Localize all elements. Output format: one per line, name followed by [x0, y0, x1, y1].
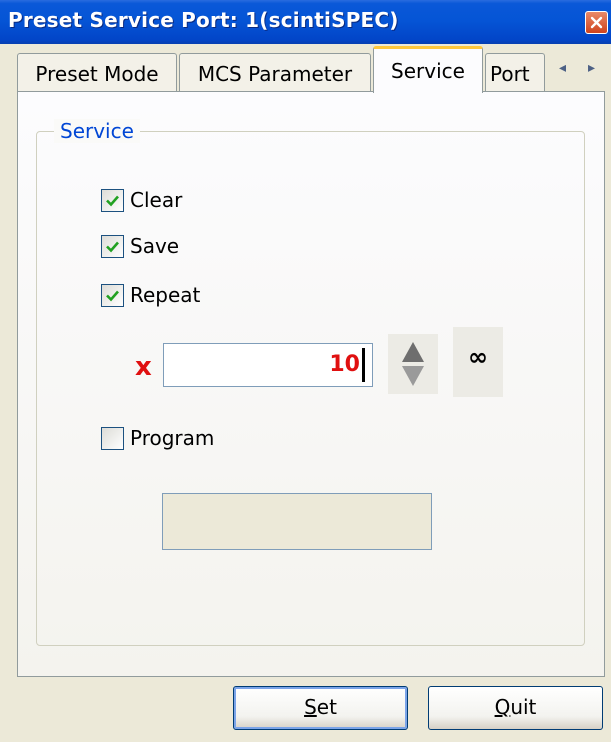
close-icon [590, 16, 603, 29]
program-checkbox[interactable] [101, 426, 124, 450]
repeat-count-spinner[interactable] [388, 334, 438, 394]
groupbox-legend: Service [54, 119, 140, 143]
tab-service[interactable]: Service [373, 46, 483, 93]
tab-port[interactable]: Port [485, 53, 545, 93]
repeat-option[interactable]: Repeat [101, 282, 200, 308]
repeat-checkbox[interactable] [101, 283, 124, 307]
title-bar[interactable]: Preset Service Port: 1(scintiSPEC) [0, 0, 611, 44]
checkmark-icon [106, 290, 119, 301]
save-checkbox[interactable] [101, 234, 124, 258]
quit-button-mnemonic: Q [494, 695, 511, 719]
repeat-count-input[interactable]: 10 [163, 343, 373, 387]
spin-up-arrow-icon[interactable] [400, 340, 426, 364]
infinite-repeat-button[interactable]: ∞ [453, 327, 503, 397]
multiplier-x-icon: x [135, 352, 152, 382]
spin-down-arrow-icon[interactable] [400, 364, 426, 388]
close-button[interactable] [585, 11, 608, 34]
repeat-label: Repeat [130, 283, 201, 307]
program-field [162, 493, 432, 550]
tab-mcs-parameter[interactable]: MCS Parameter [179, 53, 371, 93]
set-button[interactable]: Set [233, 686, 408, 730]
tab-scroll-arrows: ◂ ▸ [548, 56, 606, 80]
tab-scroll-right-icon[interactable]: ▸ [582, 60, 602, 76]
window-title: Preset Service Port: 1(scintiSPEC) [8, 8, 399, 32]
tab-strip: Preset Mode MCS Parameter Service Port ◂… [0, 44, 611, 93]
clear-label: Clear [130, 188, 183, 212]
set-button-mnemonic: S [304, 695, 317, 719]
checkmark-icon [106, 195, 119, 206]
text-caret [362, 348, 365, 382]
program-option[interactable]: Program [101, 425, 214, 451]
set-button-label: et [316, 695, 337, 719]
tab-preset-mode[interactable]: Preset Mode [17, 53, 177, 93]
checkmark-icon [106, 241, 119, 252]
clear-checkbox[interactable] [101, 188, 124, 212]
tab-scroll-left-icon[interactable]: ◂ [553, 60, 573, 76]
preset-service-window: Preset Service Port: 1(scintiSPEC) Prese… [0, 0, 611, 742]
save-label: Save [130, 234, 180, 258]
quit-button-label: uit [510, 695, 537, 719]
clear-option[interactable]: Clear [101, 187, 182, 213]
quit-button[interactable]: Quit [428, 686, 603, 730]
program-label: Program [130, 426, 215, 450]
save-option[interactable]: Save [101, 233, 179, 259]
